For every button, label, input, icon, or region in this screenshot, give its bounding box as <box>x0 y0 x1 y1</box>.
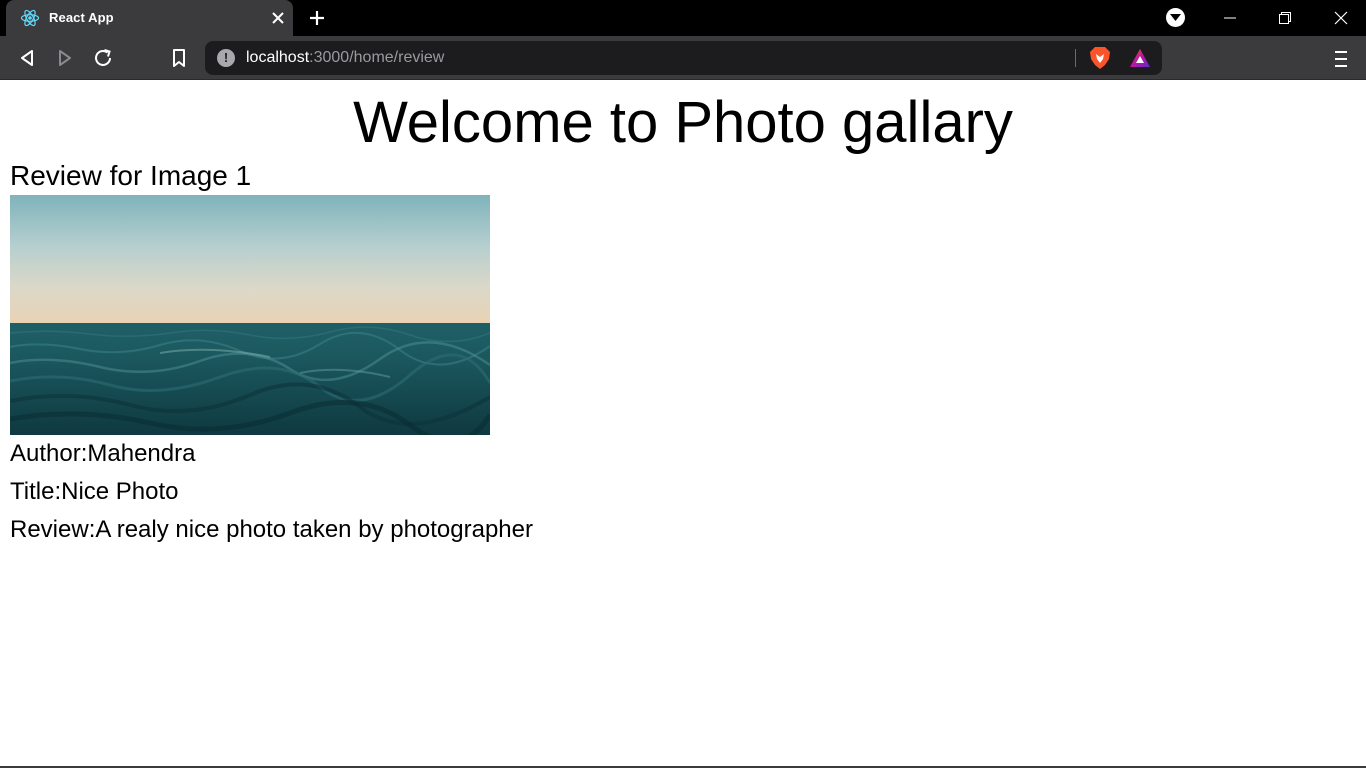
author-line: Author:Mahendra <box>10 440 196 467</box>
react-logo-icon <box>20 8 40 28</box>
url-text[interactable]: localhost:3000/home/review <box>246 49 444 67</box>
brave-shields-icon[interactable] <box>1089 46 1111 70</box>
back-arrow-icon[interactable] <box>15 46 39 70</box>
title-line: Title:Nice Photo <box>10 478 179 505</box>
address-bar[interactable]: localhost:3000/home/review <box>205 41 1162 75</box>
close-tab-icon[interactable] <box>271 11 285 25</box>
reload-icon[interactable] <box>91 46 115 70</box>
photo-sea <box>10 323 490 435</box>
forward-arrow-icon[interactable] <box>53 46 77 70</box>
review-heading: Review for Image 1 <box>10 160 252 191</box>
tab-react-app[interactable]: React App <box>6 0 293 36</box>
tab-search-chevron-icon[interactable] <box>1166 8 1185 27</box>
browser-toolbar: localhost:3000/home/review <box>0 36 1366 80</box>
close-window-icon[interactable] <box>1314 0 1366 36</box>
page-title: Welcome to Photo gallary <box>353 90 1013 155</box>
review-line: Review:A realy nice photo taken by photo… <box>10 516 533 543</box>
info-icon[interactable] <box>217 49 235 67</box>
review-photo <box>10 195 490 435</box>
bookmark-icon[interactable] <box>167 46 191 70</box>
tab-title: React App <box>49 10 114 25</box>
photo-sky <box>10 195 490 325</box>
hamburger-menu-icon[interactable] <box>1330 48 1352 70</box>
restore-icon[interactable] <box>1258 0 1310 36</box>
new-tab-plus-icon[interactable] <box>307 8 327 28</box>
address-bar-divider <box>1075 49 1076 67</box>
tab-strip: React App <box>0 0 1366 36</box>
url-host: localhost <box>246 49 310 66</box>
url-path: :3000/home/review <box>309 49 445 66</box>
brave-rewards-icon[interactable] <box>1129 48 1151 68</box>
page-content: Welcome to Photo gallary Review for Imag… <box>0 80 1366 766</box>
minimize-icon[interactable] <box>1203 0 1255 36</box>
